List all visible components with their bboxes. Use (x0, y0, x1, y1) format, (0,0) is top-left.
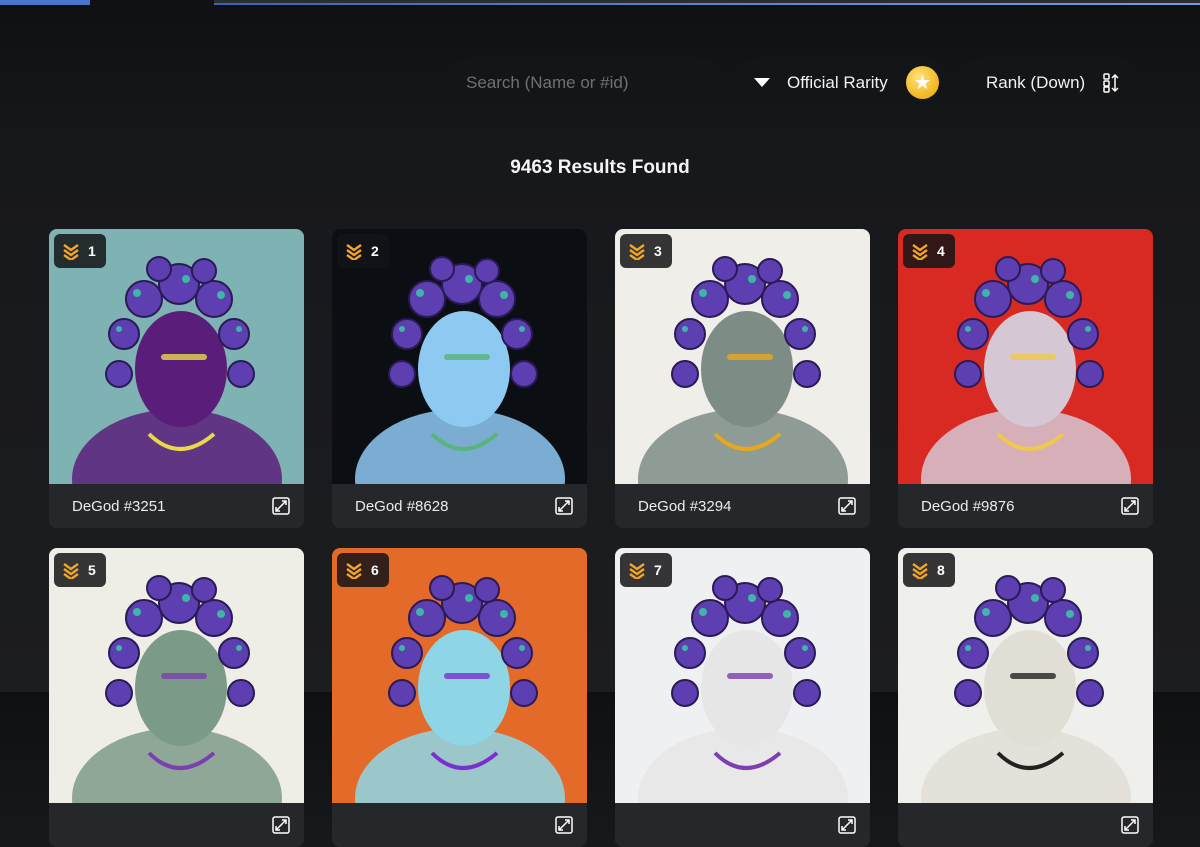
expand-icon[interactable] (555, 497, 573, 519)
rank-number: 8 (937, 562, 945, 578)
rank-chevrons-icon (912, 244, 928, 260)
nft-card[interactable]: 1 DeGod #3251 (49, 229, 304, 528)
expand-icon[interactable] (1121, 816, 1139, 838)
rank-number: 5 (88, 562, 96, 578)
card-footer (615, 803, 870, 847)
card-footer (898, 803, 1153, 847)
rank-badge: 8 (903, 553, 955, 587)
rank-number: 4 (937, 243, 945, 259)
results-count: 9463 Results Found (510, 157, 690, 178)
card-footer (49, 803, 304, 847)
nft-card[interactable]: 2 DeGod #8628 (332, 229, 587, 528)
rank-chevrons-icon (912, 563, 928, 579)
expand-icon[interactable] (838, 497, 856, 519)
nft-name: DeGod #3251 (72, 497, 166, 515)
nft-card[interactable]: 5 (49, 548, 304, 847)
nft-card[interactable]: 3 DeGod #3294 (615, 229, 870, 528)
card-footer: DeGod #9876 (898, 484, 1153, 528)
expand-icon[interactable] (555, 816, 573, 838)
rank-badge: 5 (54, 553, 106, 587)
sort-icon (1103, 73, 1119, 93)
nft-card[interactable]: 7 (615, 548, 870, 847)
card-footer: DeGod #3294 (615, 484, 870, 528)
caret-down-icon (754, 78, 770, 87)
nft-card[interactable]: 6 (332, 548, 587, 847)
sort-label: Rank (Down) (986, 72, 1086, 92)
expand-icon[interactable] (838, 816, 856, 838)
rank-number: 2 (371, 243, 379, 259)
sort-button[interactable]: Rank (Down) (960, 57, 1141, 108)
rank-badge: 3 (620, 234, 672, 268)
progress-segment (0, 0, 90, 5)
nft-card[interactable]: 8 (898, 548, 1153, 847)
rank-chevrons-icon (63, 563, 79, 579)
rank-chevrons-icon (629, 563, 645, 579)
star-icon: ★ (906, 66, 939, 99)
rank-number: 1 (88, 243, 96, 259)
progress-segment (214, 3, 1200, 5)
top-progress-bar (0, 0, 1200, 5)
expand-icon[interactable] (1121, 497, 1139, 519)
search-box[interactable] (446, 57, 723, 108)
rank-badge: 7 (620, 553, 672, 587)
rank-badge: 4 (903, 234, 955, 268)
rank-number: 6 (371, 562, 379, 578)
nft-name: DeGod #3294 (638, 497, 732, 515)
rank-number: 3 (654, 243, 662, 259)
rank-badge: 2 (337, 234, 389, 268)
rank-chevrons-icon (629, 244, 645, 260)
rank-badge: 6 (337, 553, 389, 587)
nft-name: DeGod #9876 (921, 497, 1015, 515)
progress-segment (90, 0, 214, 5)
rank-badge: 1 (54, 234, 106, 268)
search-input[interactable] (466, 72, 706, 93)
rank-chevrons-icon (63, 244, 79, 260)
expand-icon[interactable] (272, 497, 290, 519)
rank-chevrons-icon (346, 563, 362, 579)
nft-name: DeGod #8628 (355, 497, 449, 515)
rarity-dropdown[interactable]: Official Rarity ★ (734, 57, 949, 108)
rarity-label: Official Rarity (787, 72, 888, 92)
expand-icon[interactable] (272, 816, 290, 838)
card-footer: DeGod #3251 (49, 484, 304, 528)
rank-number: 7 (654, 562, 662, 578)
card-footer: DeGod #8628 (332, 484, 587, 528)
nft-card[interactable]: 4 DeGod #9876 (898, 229, 1153, 528)
rank-chevrons-icon (346, 244, 362, 260)
card-footer (332, 803, 587, 847)
